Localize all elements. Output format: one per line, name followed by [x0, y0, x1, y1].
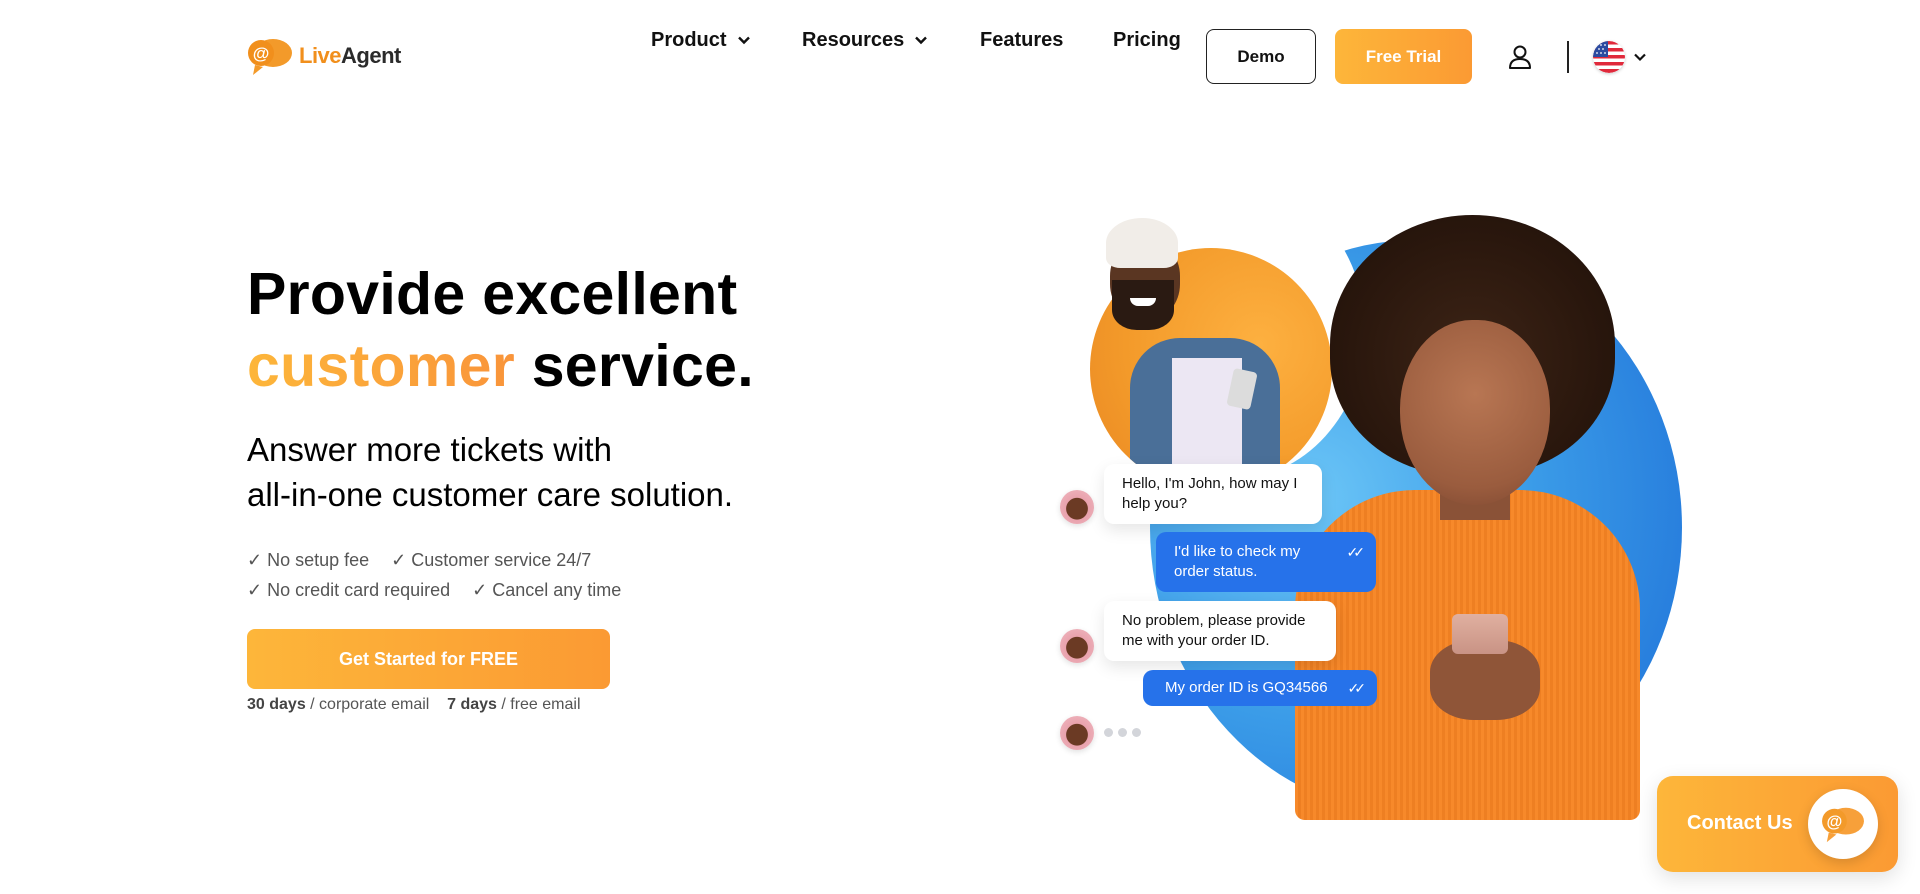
chat-message-agent: Hello, I'm John, how may I help you? [1104, 464, 1322, 524]
hero-title-accent: customer [247, 333, 515, 399]
agent-avatar [1060, 629, 1094, 663]
perks-list: ✓ No setup fee ✓ Customer service 24/7 ✓… [247, 545, 621, 605]
hero-subtitle: Answer more tickets with all-in-one cust… [247, 427, 733, 517]
hero-subtitle-line1: Answer more tickets with [247, 431, 612, 468]
perk-item: ✓ No setup fee [247, 550, 370, 570]
chevron-down-icon [737, 36, 750, 45]
free-trial-button[interactable]: Free Trial [1335, 29, 1472, 84]
chevron-down-icon [915, 36, 928, 45]
nav-features[interactable]: Features [980, 29, 1063, 52]
typing-dot [1132, 728, 1141, 737]
trial-corporate-days: 30 days [247, 696, 306, 713]
chat-bubble-at-icon: @ [1822, 807, 1864, 843]
perk-row: ✓ No credit card required ✓ Cancel any t… [247, 575, 621, 605]
perk-row: ✓ No setup fee ✓ Customer service 24/7 [247, 545, 621, 575]
trial-corporate-text: / corporate email [305, 696, 430, 713]
trial-free-days: 7 days [447, 696, 497, 713]
chat-bubble-at-icon: @ [248, 39, 292, 75]
hero-title-rest: service. [515, 333, 754, 399]
contact-us-label: Contact Us [1687, 812, 1793, 834]
nav-pricing-label: Pricing [1113, 28, 1181, 51]
hero-title: Provide excellent customer service. [247, 258, 754, 402]
double-check-icon: ✓✓ [1346, 544, 1366, 560]
nav-product-label: Product [651, 28, 727, 51]
us-flag-icon [1593, 41, 1625, 73]
double-check-icon: ✓✓ [1347, 680, 1367, 696]
trial-free-text: / free email [496, 696, 581, 713]
hero-subtitle-line2: all-in-one customer care solution. [247, 476, 734, 513]
logo-text-agent: Agent [341, 43, 401, 68]
man-hat-image [1106, 218, 1178, 268]
man-smile-image [1130, 298, 1156, 306]
chat-message-text: I'd like to check my order status. [1174, 543, 1301, 580]
nav-features-label: Features [980, 28, 1064, 51]
typing-dot [1118, 728, 1127, 737]
chat-message-customer: I'd like to check my order status. ✓✓ [1156, 532, 1376, 592]
contact-us-button[interactable]: Contact Us @ [1657, 776, 1898, 872]
language-selector[interactable] [1593, 41, 1647, 73]
typing-dot [1104, 728, 1113, 737]
demo-button[interactable]: Demo [1206, 29, 1316, 84]
woman-phone-image [1452, 614, 1508, 654]
perk-item: ✓ Cancel any time [472, 580, 622, 600]
trial-note: 30 days / corporate email 7 days / free … [247, 696, 581, 714]
nav-resources-label: Resources [802, 28, 905, 51]
svg-text:@: @ [1827, 813, 1843, 831]
nav-divider [1567, 41, 1569, 73]
logo-text-live: Live [299, 43, 342, 68]
logo-text: LiveAgent [299, 43, 401, 69]
chevron-down-icon [1634, 53, 1646, 62]
agent-avatar [1060, 716, 1094, 750]
nav-resources[interactable]: Resources [802, 29, 928, 52]
nav-product[interactable]: Product [651, 29, 751, 52]
nav-pricing[interactable]: Pricing [1113, 29, 1181, 52]
chat-message-text: My order ID is GQ34566 [1165, 679, 1328, 696]
perk-item: ✓ No credit card required [247, 580, 451, 600]
svg-text:@: @ [253, 44, 270, 63]
chat-message-agent: No problem, please provide me with your … [1104, 601, 1336, 661]
agent-avatar [1060, 490, 1094, 524]
user-icon[interactable] [1508, 44, 1532, 70]
contact-icon-circle: @ [1808, 789, 1878, 859]
chat-message-customer: My order ID is GQ34566 ✓✓ [1143, 670, 1377, 706]
woman-face-image [1400, 320, 1550, 505]
perk-item: ✓ Customer service 24/7 [391, 550, 592, 570]
typing-indicator [1104, 728, 1141, 737]
get-started-button[interactable]: Get Started for FREE [247, 629, 610, 689]
hero-title-line1: Provide excellent [247, 261, 738, 327]
site-header: @ LiveAgent Product Resources Features P… [0, 0, 1920, 112]
logo[interactable]: @ LiveAgent [247, 35, 401, 77]
